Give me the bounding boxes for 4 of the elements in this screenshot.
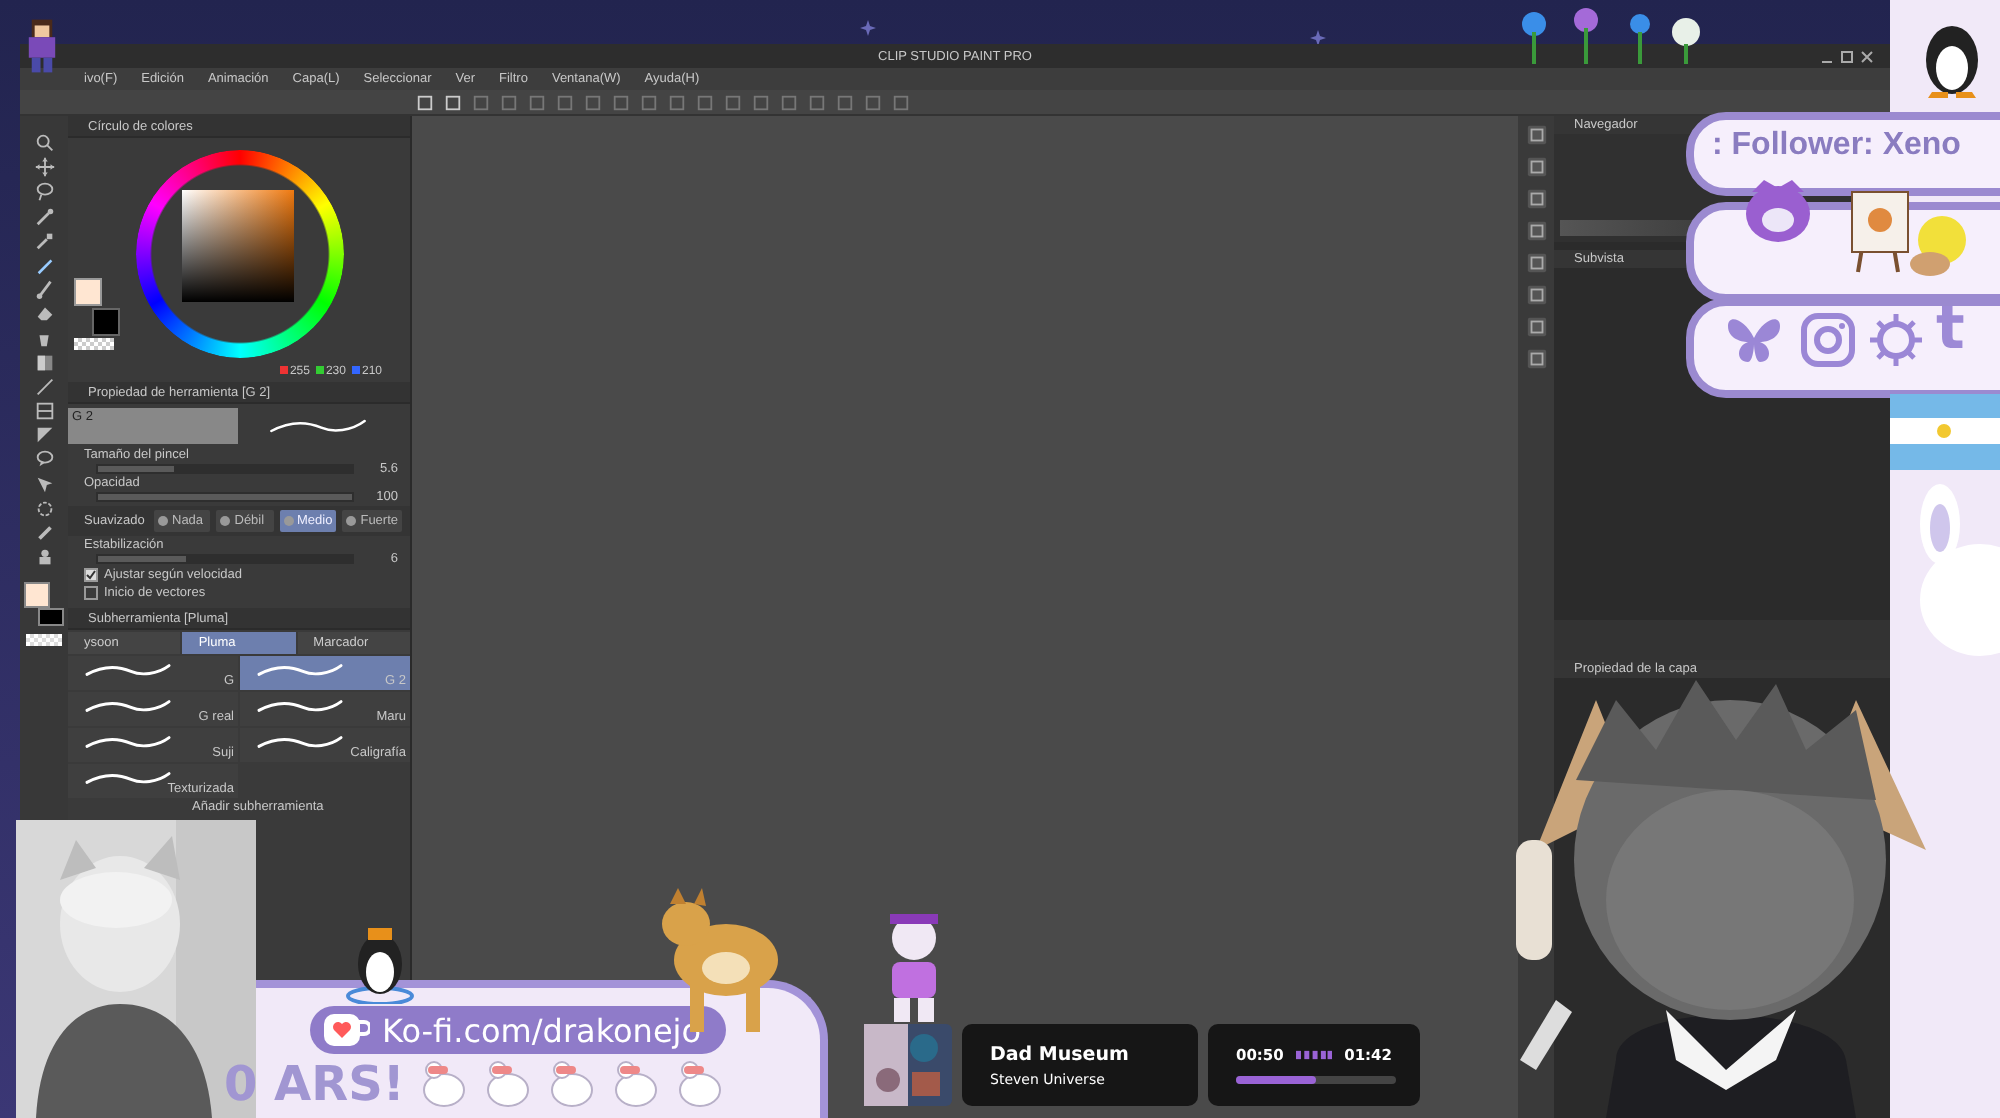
- kofi-link[interactable]: Ko-fi.com/drakonejo: [310, 1006, 726, 1054]
- song-title: Dad Museum: [990, 1043, 1131, 1065]
- follower-ticker: : Follower: Xeno: [1712, 128, 1961, 164]
- social-glyph: t: [1936, 300, 1965, 360]
